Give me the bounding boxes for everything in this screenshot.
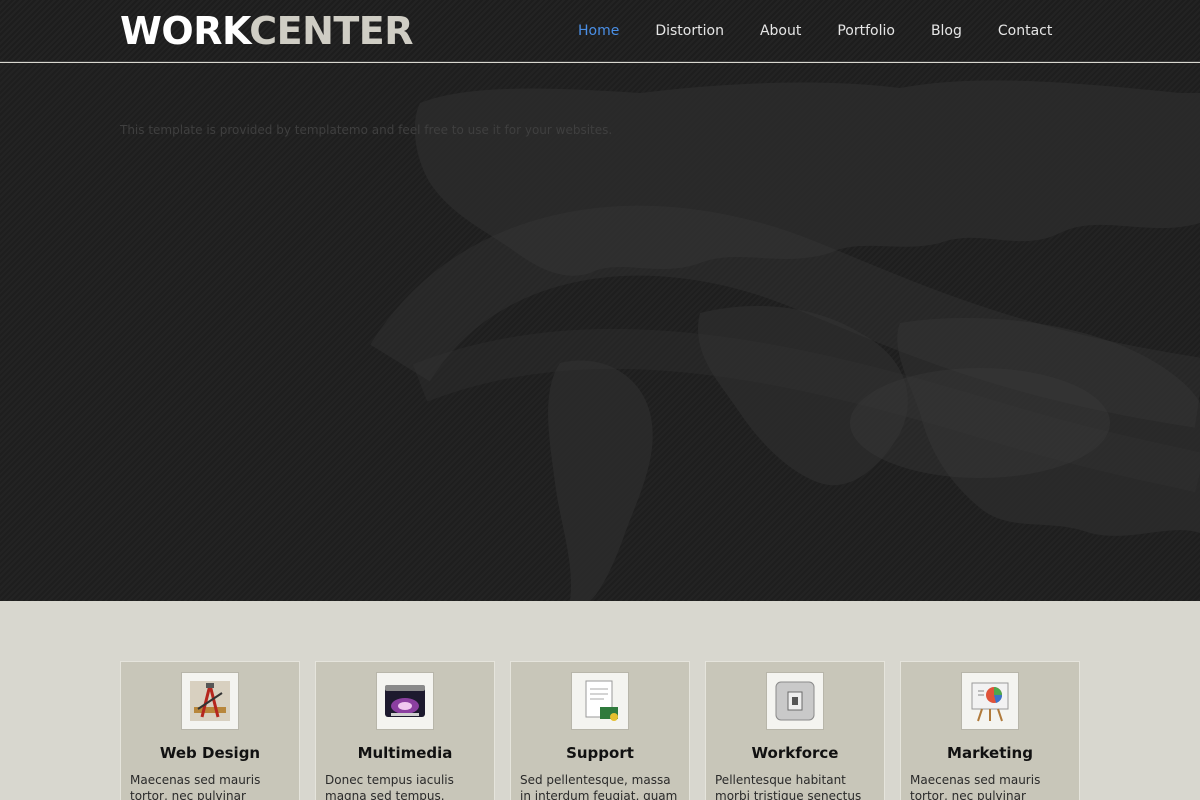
support-icon — [576, 677, 624, 725]
logo-part-center: CENTER — [249, 9, 414, 53]
nav-contact[interactable]: Contact — [998, 0, 1052, 62]
nav-blog[interactable]: Blog — [931, 0, 962, 62]
service-title: Support — [566, 744, 634, 762]
hero-banner: This template is provided by templatemo … — [0, 63, 1200, 601]
nav-distortion[interactable]: Distortion — [655, 0, 724, 62]
site-header: WORKCENTER Home Distortion About Portfol… — [0, 0, 1200, 62]
service-card-support: Support Sed pellentesque, massa in inter… — [510, 661, 690, 800]
service-text: Donec tempus iaculis magna sed tempus. P… — [325, 773, 454, 800]
service-card-multimedia: Multimedia Donec tempus iaculis magna se… — [315, 661, 495, 800]
service-card-web-design: Web Design Maecenas sed mauris tortor, n… — [120, 661, 300, 800]
service-text: Sed pellentesque, massa in interdum feug… — [520, 773, 678, 800]
nav-home[interactable]: Home — [578, 0, 619, 62]
site-logo[interactable]: WORKCENTER — [120, 8, 414, 54]
service-text: Maecenas sed mauris tortor, nec pulvinar… — [130, 773, 261, 800]
icon-frame — [181, 672, 239, 730]
icon-frame — [376, 672, 434, 730]
service-card-workforce: Workforce Pellentesque habitant morbi tr… — [705, 661, 885, 800]
hero-text: This template is provided by templatemo … — [120, 123, 613, 137]
icon-frame — [961, 672, 1019, 730]
service-text: Pellentesque habitant morbi tristique se… — [715, 773, 862, 800]
nav-portfolio[interactable]: Portfolio — [837, 0, 895, 62]
service-title: Marketing — [947, 744, 1033, 762]
services-row: Web Design Maecenas sed mauris tortor, n… — [120, 661, 1080, 800]
service-title: Workforce — [751, 744, 839, 762]
icon-frame — [571, 672, 629, 730]
service-title: Multimedia — [357, 744, 453, 762]
web-design-icon — [186, 677, 234, 725]
world-map-background — [370, 80, 1200, 601]
icon-frame — [766, 672, 824, 730]
nav-about[interactable]: About — [760, 0, 801, 62]
logo-part-work: WORK — [120, 9, 250, 53]
workforce-icon — [771, 677, 819, 725]
main-nav: Home Distortion About Portfolio Blog Con… — [560, 0, 1070, 62]
multimedia-icon — [381, 677, 429, 725]
service-title: Web Design — [159, 744, 261, 762]
service-card-marketing: Marketing Maecenas sed mauris tortor, ne… — [900, 661, 1080, 800]
service-text: Maecenas sed mauris tortor, nec pulvinar… — [910, 773, 1041, 800]
marketing-icon — [966, 677, 1014, 725]
